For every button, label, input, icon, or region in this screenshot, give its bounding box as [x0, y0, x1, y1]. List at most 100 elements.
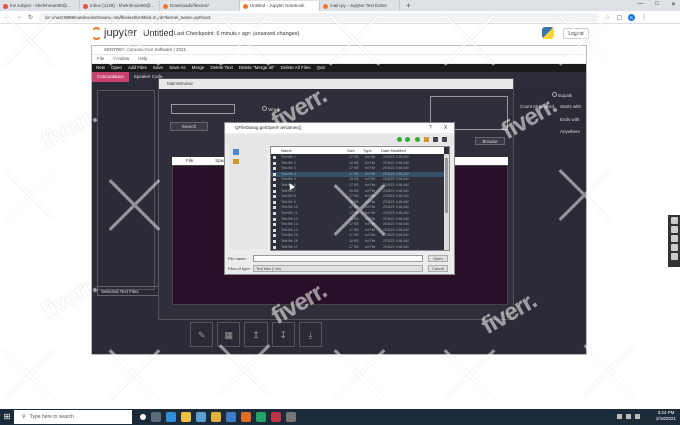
- taskbar: ⊞ ⚲ Type here to search 3:24 PM 2/18/2021: [0, 409, 680, 425]
- file-name-input[interactable]: [253, 255, 423, 262]
- pin-icon[interactable]: [670, 253, 678, 260]
- file-type-select[interactable]: Text files (*.txt): [253, 265, 423, 272]
- task-view-icon[interactable]: [151, 412, 161, 422]
- settings-icon[interactable]: [670, 244, 678, 251]
- jupyter-logo-icon: [91, 27, 102, 40]
- computer-icon[interactable]: [233, 149, 239, 155]
- equals-option[interactable]: Equals: [552, 92, 572, 98]
- profile-avatar[interactable]: K: [628, 13, 636, 21]
- search-button[interactable]: Search: [170, 122, 208, 131]
- broom-icon[interactable]: ✎: [190, 322, 214, 347]
- watermark-cross-icon: [325, 10, 385, 70]
- taskbar-search[interactable]: ⚲ Type here to search: [14, 410, 132, 424]
- file-icon: [273, 195, 276, 199]
- dialog-close-button[interactable]: X: [444, 123, 447, 133]
- file-size: 17 KB: [349, 155, 359, 159]
- browse-button[interactable]: Browse: [475, 137, 505, 145]
- toolbar-merge[interactable]: Merge: [192, 64, 205, 72]
- starts-with-option[interactable]: Starts with: [560, 104, 581, 109]
- app-icon[interactable]: [256, 412, 266, 422]
- file-icon: [273, 167, 276, 171]
- cortana-icon[interactable]: [140, 414, 146, 420]
- file-row[interactable]: Text file 3 17 KB txt File 2/18/21 9:46 AM: [271, 166, 444, 171]
- file-icon: [273, 245, 276, 249]
- app-icon[interactable]: [241, 412, 251, 422]
- ends-with-option[interactable]: Ends with: [560, 117, 580, 122]
- col-type[interactable]: Type: [363, 147, 372, 154]
- menu-file[interactable]: File: [97, 55, 104, 63]
- up-nav-icon[interactable]: [415, 137, 420, 142]
- watermark-cross-icon: [440, 10, 500, 70]
- file-date: 2/18/21 9:46 AM: [383, 171, 409, 176]
- toolbar-save-as[interactable]: Save As: [169, 64, 186, 72]
- anywhere-label: Anywhere: [560, 129, 581, 134]
- file-icon: [273, 178, 276, 182]
- forward-nav-icon[interactable]: [405, 137, 410, 142]
- ends-with-label: Ends with: [560, 117, 580, 122]
- file-row[interactable]: Text file 1 17 KB txt File 2/18/21 9:46 AM: [271, 155, 444, 160]
- chrome-icon[interactable]: [211, 412, 221, 422]
- toolbar-quit[interactable]: Quit: [317, 64, 325, 72]
- col-date[interactable]: Date Modified: [381, 147, 406, 154]
- file-icon: [273, 172, 276, 176]
- file-icon: [273, 156, 276, 159]
- file-icon: [273, 240, 276, 243]
- file-size: 17 KB: [349, 171, 359, 176]
- col-size[interactable]: Size: [347, 147, 355, 154]
- scrollbar-thumb[interactable]: [445, 158, 448, 213]
- open-button[interactable]: Open: [428, 255, 448, 262]
- extensions-icon[interactable]: ▢: [616, 14, 622, 21]
- col-name[interactable]: Name: [281, 147, 292, 154]
- file-row[interactable]: Text file 17 17 KB txt File 2/18/21 9:46 AM: [271, 245, 444, 250]
- file-name: Text file 3: [281, 166, 296, 171]
- file-name: Text file 9: [281, 199, 296, 204]
- minimize-icon[interactable]: —: [637, 1, 643, 8]
- anywhere-option[interactable]: Anywhere: [560, 129, 580, 134]
- file-name: Text file 16: [281, 239, 298, 243]
- file-row[interactable]: Text file 4 17 KB txt File 2/18/21 9:46 AM: [271, 171, 444, 177]
- record-icon[interactable]: [670, 235, 678, 242]
- back-nav-icon[interactable]: [397, 137, 402, 142]
- file-icon: [273, 189, 276, 193]
- detail-view-icon[interactable]: [442, 137, 447, 142]
- file-icon: [273, 206, 276, 210]
- tab-concordance[interactable]: Concordance: [92, 72, 129, 82]
- screenshot-icon[interactable]: [670, 226, 678, 233]
- search-input[interactable]: [171, 104, 235, 114]
- store-icon[interactable]: [196, 412, 206, 422]
- close-icon[interactable]: ✕: [671, 1, 676, 8]
- app-icon[interactable]: [286, 412, 296, 422]
- windows-start-icon[interactable]: ⊞: [0, 409, 14, 425]
- file-icon: [273, 223, 276, 227]
- file-row[interactable]: Text file 2 16 KB txt File 2/18/21 9:46 AM: [271, 161, 444, 166]
- gmail-icon: [3, 3, 8, 9]
- list-view-icon[interactable]: [433, 137, 438, 142]
- new-tab-button[interactable]: +: [406, 1, 411, 11]
- volume-icon[interactable]: [626, 414, 631, 419]
- folder-icon[interactable]: [233, 159, 239, 164]
- new-folder-icon[interactable]: [424, 137, 429, 142]
- file-type: txt File: [365, 160, 376, 165]
- watermark-cross-icon: [105, 345, 165, 405]
- edge-icon[interactable]: [166, 412, 176, 422]
- file-icon: [273, 234, 276, 238]
- maximize-icon[interactable]: □: [655, 1, 659, 8]
- starts-with-label: Starts with: [560, 104, 582, 109]
- file-name: Text file 4: [281, 171, 296, 176]
- toolbar-new[interactable]: New: [96, 64, 105, 72]
- camera-icon[interactable]: [670, 217, 678, 224]
- toolbar-delete-all-files[interactable]: Delete All Files: [281, 64, 311, 72]
- download-icon[interactable]: ⤓: [298, 322, 323, 347]
- file-icon: [273, 184, 276, 187]
- network-icon[interactable]: [617, 414, 622, 419]
- cancel-button[interactable]: Cancel: [428, 265, 448, 272]
- main-window-title: MainWindow: [159, 79, 513, 89]
- help-button[interactable]: ?: [429, 123, 432, 133]
- battery-icon[interactable]: [635, 414, 640, 419]
- menu-icon[interactable]: ⋮: [641, 14, 647, 21]
- word-icon[interactable]: [226, 412, 236, 422]
- clock[interactable]: 3:24 PM 2/18/2021: [656, 410, 676, 422]
- app-icon[interactable]: [271, 412, 281, 422]
- file-explorer-icon[interactable]: [181, 412, 191, 422]
- watermark-cross-icon: [105, 175, 165, 235]
